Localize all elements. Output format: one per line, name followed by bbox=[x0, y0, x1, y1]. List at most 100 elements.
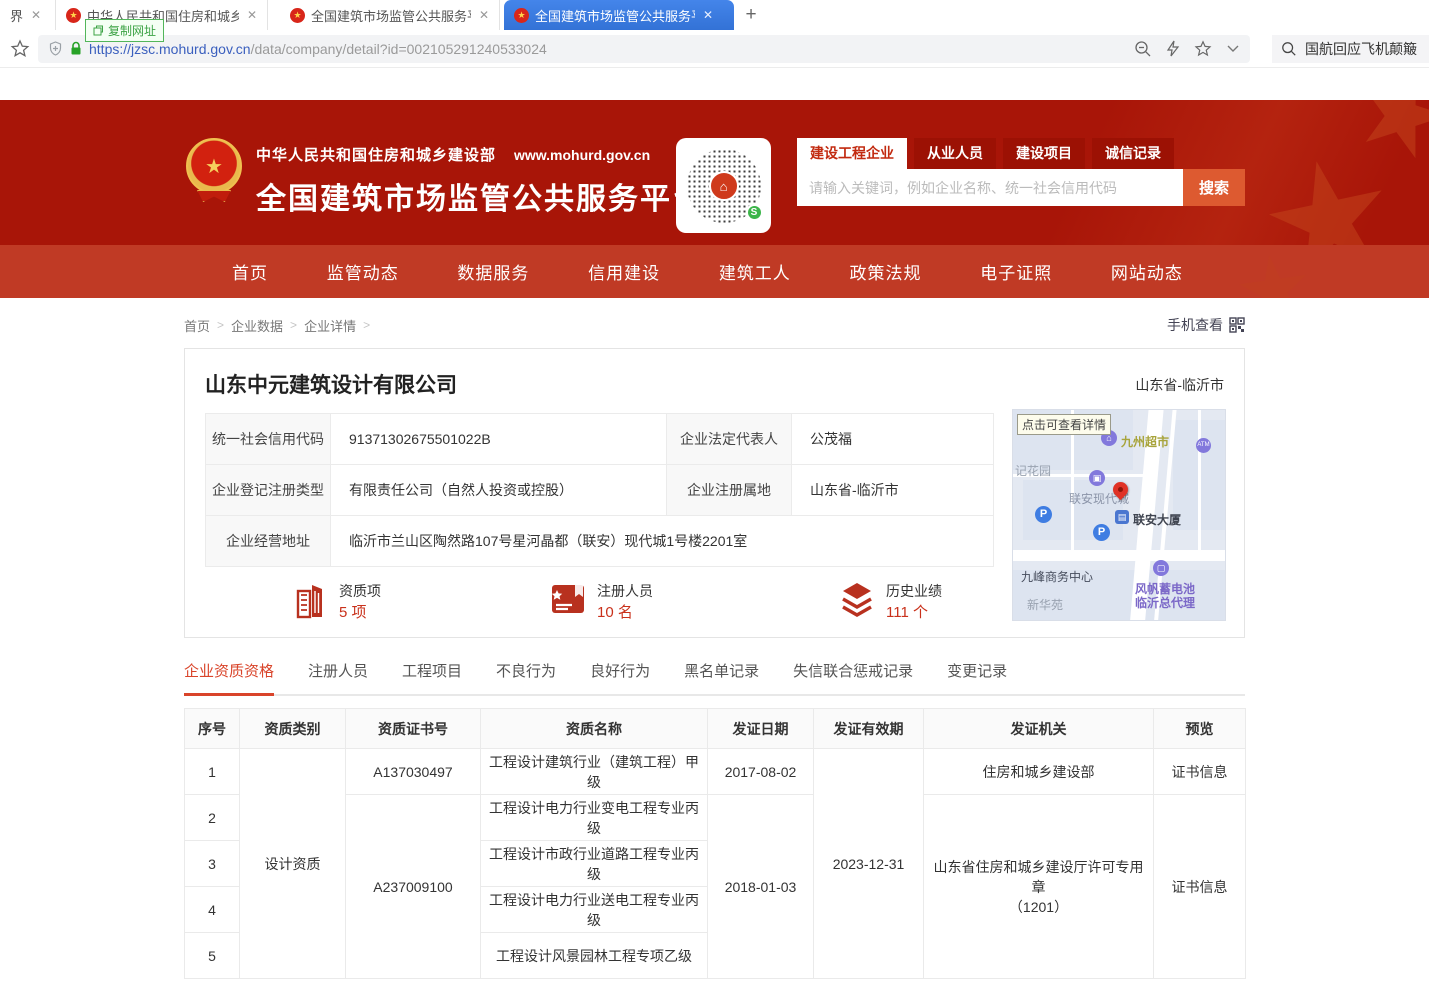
field-label: 企业注册属地 bbox=[667, 465, 792, 516]
main-navigation: 首页 监管动态 数据服务 信用建设 建筑工人 政策法规 电子证照 网站动态 bbox=[0, 245, 1429, 298]
search-tab-personnel[interactable]: 从业人员 bbox=[914, 138, 996, 169]
tab-dishonesty[interactable]: 失信联合惩戒记录 bbox=[793, 660, 913, 694]
company-name: 山东中元建筑设计有限公司 bbox=[205, 369, 457, 399]
tab-change-records[interactable]: 变更记录 bbox=[947, 660, 1007, 694]
nav-item-policy[interactable]: 政策法规 bbox=[850, 259, 922, 284]
qr-center-logo-icon: ⌂ bbox=[709, 171, 739, 201]
ministry-site-url: www.mohurd.gov.cn bbox=[514, 147, 650, 163]
tab-blacklist[interactable]: 黑名单记录 bbox=[684, 660, 759, 694]
platform-title: 全国建筑市场监管公共服务平台 bbox=[256, 174, 704, 218]
browser-toolbar: https://jzsc.mohurd.gov.cn/data/company/… bbox=[0, 30, 1429, 68]
stat-registered-personnel[interactable]: 注册人员10 名 bbox=[549, 581, 653, 622]
qualification-name: 工程设计建筑行业（建筑工程）甲级 bbox=[481, 749, 708, 795]
tab-good-behavior[interactable]: 良好行为 bbox=[590, 660, 650, 694]
tab-projects[interactable]: 工程项目 bbox=[402, 660, 462, 694]
map-label-supermarket: 九州超市 bbox=[1121, 433, 1169, 450]
qualification-category: 设计资质 bbox=[240, 749, 346, 979]
row-number: 3 bbox=[185, 841, 240, 887]
qualification-table: 序号 资质类别 资质证书号 资质名称 发证日期 发证有效期 发证机关 预览 1 … bbox=[184, 708, 1246, 979]
breadcrumb-company-data[interactable]: 企业数据 bbox=[231, 316, 283, 335]
row-number: 2 bbox=[185, 795, 240, 841]
address-bar[interactable]: https://jzsc.mohurd.gov.cn/data/company/… bbox=[38, 35, 1250, 63]
browser-quick-search[interactable]: 国航回应飞机颠簸 bbox=[1272, 35, 1429, 63]
browser-tab-jzsc-1[interactable]: ★ 全国建筑市场监管公共服务平台 ✕ bbox=[280, 0, 500, 30]
qr-code-icon bbox=[1229, 317, 1245, 333]
battery-poi-icon: ▢ bbox=[1153, 560, 1169, 576]
zoom-out-icon[interactable] bbox=[1134, 40, 1152, 58]
tab-close-icon[interactable]: ✕ bbox=[31, 8, 41, 22]
keyword-search-input[interactable] bbox=[797, 169, 1183, 206]
map-label-business-center: 九峰商务中心 bbox=[1021, 568, 1093, 585]
search-tab-enterprise[interactable]: 建设工程企业 bbox=[797, 138, 907, 169]
field-label: 企业法定代表人 bbox=[667, 414, 792, 465]
browser-tab-jzsc-active[interactable]: ★ 全国建筑市场监管公共服务平台 ✕ bbox=[504, 0, 734, 30]
tab-close-icon[interactable]: ✕ bbox=[479, 8, 489, 22]
browser-tab-bar: 界 ✕ ★ 中华人民共和国住房和城乡建设 ✕ ★ 全国建筑市场监管公共服务平台 … bbox=[0, 0, 1429, 30]
qualification-name: 工程设计市政行业道路工程专业丙级 bbox=[481, 841, 708, 887]
search-tab-credit[interactable]: 诚信记录 bbox=[1092, 138, 1174, 169]
breadcrumb-company-detail[interactable]: 企业详情 bbox=[304, 316, 356, 335]
nav-item-home[interactable]: 首页 bbox=[232, 259, 268, 284]
residence-poi-icon: ▣ bbox=[1089, 470, 1105, 486]
nav-item-supervision[interactable]: 监管动态 bbox=[327, 259, 399, 284]
table-header-row: 序号 资质类别 资质证书号 资质名称 发证日期 发证有效期 发证机关 预览 bbox=[185, 709, 1246, 749]
cert-number: A137030497 bbox=[346, 749, 481, 795]
nav-item-credit[interactable]: 信用建设 bbox=[588, 259, 660, 284]
map-label-tower: 联安大厦 bbox=[1133, 511, 1181, 528]
shield-permission-icon[interactable] bbox=[48, 41, 63, 56]
issue-date: 2017-08-02 bbox=[708, 749, 814, 795]
nav-item-data-service[interactable]: 数据服务 bbox=[457, 259, 529, 284]
company-location-map[interactable]: 点击可查看详情 ⌂ 九州超市 ATM 记花园 ▣ 联安现代城 ▤ 联安大厦 P … bbox=[1012, 409, 1226, 621]
https-lock-icon[interactable] bbox=[70, 41, 82, 56]
map-label-garden: 记花园 bbox=[1015, 462, 1051, 479]
wechat-qr-code: ⌂ S bbox=[676, 138, 771, 233]
cert-number: A237009100 bbox=[346, 795, 481, 979]
nav-item-ecert[interactable]: 电子证照 bbox=[980, 259, 1052, 284]
favorite-star-icon[interactable] bbox=[1194, 40, 1212, 58]
lightning-icon[interactable] bbox=[1166, 40, 1180, 57]
copy-url-tooltip: 复制网址 bbox=[85, 19, 164, 42]
site-header: ★ 中华人民共和国住房和城乡建设部www.mohurd.gov.cn 全国建筑市… bbox=[0, 100, 1429, 245]
certificate-icon bbox=[549, 581, 587, 617]
building-icon bbox=[293, 581, 329, 619]
company-region: 山东省-临沂市 bbox=[1135, 375, 1224, 395]
nav-item-workers[interactable]: 建筑工人 bbox=[719, 259, 791, 284]
reg-type-value: 有限责任公司（自然人投资或控股） bbox=[331, 465, 667, 516]
issue-date: 2018-01-03 bbox=[708, 795, 814, 979]
search-tab-project[interactable]: 建设项目 bbox=[1003, 138, 1085, 169]
site-favicon-icon: ★ bbox=[290, 8, 305, 23]
certificate-info-link[interactable]: 证书信息 bbox=[1154, 795, 1246, 979]
detail-section-tabs: 企业资质资格 注册人员 工程项目 不良行为 良好行为 黑名单记录 失信联合惩戒记… bbox=[184, 660, 1245, 696]
chevron-down-icon[interactable] bbox=[1226, 44, 1240, 53]
nav-item-site-news[interactable]: 网站动态 bbox=[1111, 259, 1183, 284]
map-tooltip: 点击可查看详情 bbox=[1017, 414, 1111, 435]
national-emblem-logo: ★ bbox=[186, 138, 242, 206]
field-label: 企业登记注册类型 bbox=[206, 465, 331, 516]
new-tab-button[interactable]: + bbox=[734, 0, 768, 30]
stat-history-performance[interactable]: 历史业绩111 个 bbox=[838, 581, 942, 622]
site-favicon-icon: ★ bbox=[514, 8, 529, 23]
tab-close-icon[interactable]: ✕ bbox=[703, 8, 713, 22]
browser-tab-overflow[interactable]: 界 ✕ bbox=[0, 0, 56, 30]
tab-registered-personnel[interactable]: 注册人员 bbox=[308, 660, 368, 694]
company-summary-card: 山东中元建筑设计有限公司 山东省-临沂市 统一社会信用代码 9137130267… bbox=[184, 348, 1245, 638]
tower-poi-icon: ▤ bbox=[1115, 510, 1129, 524]
table-row: 1 设计资质 A137030497 工程设计建筑行业（建筑工程）甲级 2017-… bbox=[185, 749, 1246, 795]
legal-rep-value: 公茂福 bbox=[792, 414, 994, 465]
certificate-info-link[interactable]: 证书信息 bbox=[1154, 749, 1246, 795]
tab-qualifications[interactable]: 企业资质资格 bbox=[184, 660, 274, 696]
tab-close-icon[interactable]: ✕ bbox=[247, 8, 257, 22]
url-text[interactable]: https://jzsc.mohurd.gov.cn/data/company/… bbox=[89, 41, 547, 57]
issuer: 山东省住房和城乡建设厅许可专用章（1201） bbox=[924, 795, 1154, 979]
qualification-name: 工程设计电力行业变电工程专业丙级 bbox=[481, 795, 708, 841]
bookmark-star-icon[interactable] bbox=[10, 39, 30, 59]
mobile-view[interactable]: 手机查看 bbox=[1167, 315, 1245, 335]
stat-qualifications[interactable]: 资质项5 项 bbox=[293, 581, 381, 622]
search-button[interactable]: 搜索 bbox=[1183, 169, 1245, 206]
breadcrumb-home[interactable]: 首页 bbox=[184, 316, 210, 335]
copy-icon bbox=[93, 25, 104, 36]
field-label: 统一社会信用代码 bbox=[206, 414, 331, 465]
qualification-name: 工程设计风景园林工程专项乙级 bbox=[481, 933, 708, 979]
valid-until: 2023-12-31 bbox=[814, 749, 924, 979]
tab-bad-behavior[interactable]: 不良行为 bbox=[496, 660, 556, 694]
